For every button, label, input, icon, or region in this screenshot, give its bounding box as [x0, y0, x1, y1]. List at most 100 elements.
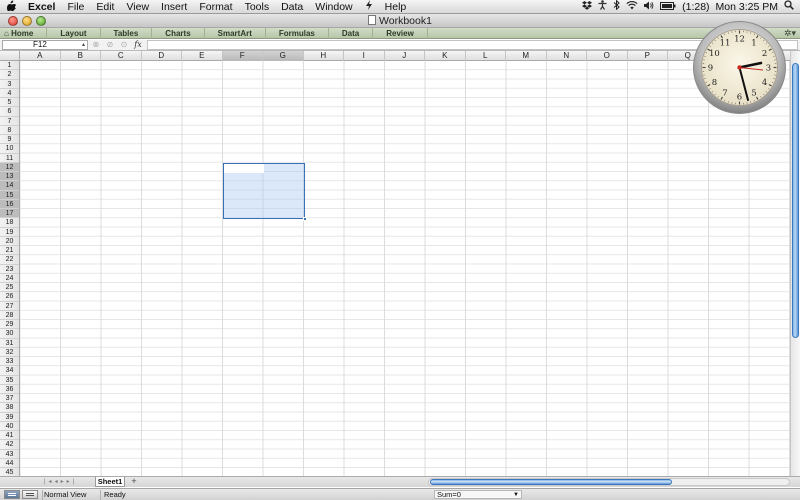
row-header-5[interactable]: 5: [0, 98, 19, 108]
tab-review[interactable]: Review: [373, 27, 428, 39]
cell-selection-range[interactable]: [223, 163, 307, 221]
insert-function-button[interactable]: fx: [132, 40, 144, 50]
tab-data[interactable]: Data: [329, 27, 374, 39]
menu-file[interactable]: File: [61, 0, 90, 14]
dropbox-icon[interactable]: [582, 0, 593, 14]
row-header-31[interactable]: 31: [0, 339, 19, 348]
row-header-40[interactable]: 40: [0, 422, 19, 431]
row-header-23[interactable]: 23: [0, 265, 19, 274]
row-header-11[interactable]: 11: [0, 154, 19, 163]
column-header-h[interactable]: H: [304, 51, 344, 61]
wifi-icon[interactable]: [626, 0, 638, 14]
menu-help[interactable]: Help: [379, 0, 413, 14]
fill-handle[interactable]: [303, 217, 307, 221]
row-header-33[interactable]: 33: [0, 357, 19, 367]
formula-builder-icon[interactable]: ⊙: [118, 40, 130, 50]
column-header-l[interactable]: L: [466, 51, 506, 61]
tab-home[interactable]: ⌂ Home: [0, 27, 48, 39]
row-header-6[interactable]: 6: [0, 107, 19, 117]
tab-layout[interactable]: Layout: [47, 27, 101, 39]
normal-view-button[interactable]: [4, 490, 20, 499]
row-header-32[interactable]: 32: [0, 348, 19, 357]
column-header-j[interactable]: J: [385, 51, 425, 61]
vertical-scroll-thumb[interactable]: [792, 63, 799, 338]
menu-window[interactable]: Window: [309, 0, 358, 14]
row-header-21[interactable]: 21: [0, 246, 19, 256]
menu-tools[interactable]: Tools: [239, 0, 276, 14]
cancel-entry-icon[interactable]: ⊗: [90, 40, 102, 50]
page-layout-view-button[interactable]: [22, 490, 38, 499]
row-header-30[interactable]: 30: [0, 329, 19, 339]
row-header-20[interactable]: 20: [0, 237, 19, 246]
menu-view[interactable]: View: [120, 0, 155, 14]
column-header-m[interactable]: M: [506, 51, 547, 61]
row-header-24[interactable]: 24: [0, 274, 19, 283]
cell-grid[interactable]: [20, 61, 790, 476]
analog-clock-widget[interactable]: 12 1 2 3 4 5 6 7 8 9 10 11: [692, 20, 787, 115]
row-header-18[interactable]: 18: [0, 218, 19, 228]
confirm-entry-icon[interactable]: ⊘: [104, 40, 116, 50]
column-header-a[interactable]: A: [20, 51, 61, 61]
horizontal-scroll-thumb[interactable]: [430, 479, 672, 485]
battery-icon[interactable]: [660, 0, 676, 14]
column-header-d[interactable]: D: [142, 51, 182, 61]
column-header-i[interactable]: I: [344, 51, 385, 61]
row-header-43[interactable]: 43: [0, 450, 19, 459]
horizontal-scrollbar[interactable]: [428, 478, 790, 486]
row-header-36[interactable]: 36: [0, 385, 19, 394]
menu-insert[interactable]: Insert: [155, 0, 193, 14]
row-header-37[interactable]: 37: [0, 394, 19, 404]
select-all-corner[interactable]: [0, 51, 20, 61]
sum-dropdown[interactable]: Sum=0 ▼: [434, 490, 522, 499]
add-sheet-button[interactable]: +: [128, 477, 140, 487]
row-header-8[interactable]: 8: [0, 126, 19, 135]
sheet-nav-arrows-icon[interactable]: |◂◂▸▸|: [44, 478, 77, 487]
row-header-4[interactable]: 4: [0, 89, 19, 98]
accessibility-icon[interactable]: [598, 0, 607, 14]
column-header-p[interactable]: P: [628, 51, 668, 61]
tab-tables[interactable]: Tables: [101, 27, 153, 39]
tab-formulas[interactable]: Formulas: [266, 27, 329, 39]
name-box[interactable]: F12 ▴▾: [2, 40, 88, 56]
menubar-clock[interactable]: Mon 3:25 PM: [716, 0, 778, 14]
menu-format[interactable]: Format: [193, 0, 238, 14]
row-header-41[interactable]: 41: [0, 431, 19, 441]
row-header-28[interactable]: 28: [0, 311, 19, 320]
row-header-42[interactable]: 42: [0, 440, 19, 450]
row-header-17[interactable]: 17: [0, 209, 19, 219]
row-header-29[interactable]: 29: [0, 320, 19, 330]
row-header-9[interactable]: 9: [0, 135, 19, 145]
row-header-13[interactable]: 13: [0, 172, 19, 182]
bluetooth-icon[interactable]: [613, 0, 620, 14]
row-header-26[interactable]: 26: [0, 292, 19, 302]
window-title-bar[interactable]: Workbook1: [0, 14, 800, 28]
apple-menu-icon[interactable]: [0, 0, 22, 14]
menu-edit[interactable]: Edit: [90, 0, 120, 14]
row-header-25[interactable]: 25: [0, 283, 19, 293]
menu-data[interactable]: Data: [275, 0, 309, 14]
sheet-tab-sheet1[interactable]: Sheet1: [95, 477, 125, 487]
row-header-19[interactable]: 19: [0, 228, 19, 237]
row-header-15[interactable]: 15: [0, 190, 19, 200]
row-header-3[interactable]: 3: [0, 80, 19, 89]
row-header-27[interactable]: 27: [0, 302, 19, 311]
row-header-14[interactable]: 14: [0, 181, 19, 191]
tab-smartart[interactable]: SmartArt: [205, 27, 266, 39]
row-header-34[interactable]: 34: [0, 366, 19, 376]
column-header-b[interactable]: B: [61, 51, 101, 61]
tab-charts[interactable]: Charts: [152, 27, 205, 39]
column-header-c[interactable]: C: [101, 51, 142, 61]
menu-excel[interactable]: Excel: [22, 0, 61, 14]
active-cell[interactable]: [224, 164, 264, 173]
row-header-38[interactable]: 38: [0, 403, 19, 413]
column-header-g[interactable]: G: [263, 51, 304, 61]
row-header-35[interactable]: 35: [0, 376, 19, 385]
column-header-f[interactable]: F: [222, 51, 263, 61]
row-header-10[interactable]: 10: [0, 144, 19, 154]
column-header-n[interactable]: N: [547, 51, 587, 61]
row-header-39[interactable]: 39: [0, 413, 19, 422]
volume-icon[interactable]: [644, 0, 654, 14]
column-header-k[interactable]: K: [425, 51, 466, 61]
row-header-1[interactable]: 1: [0, 61, 19, 71]
script-menu-icon[interactable]: [359, 0, 379, 14]
